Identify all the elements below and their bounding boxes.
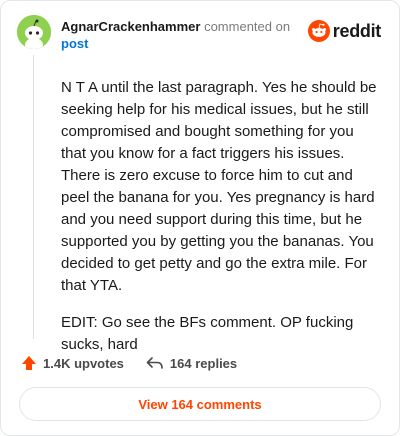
comment-card: AgnarCrackenhammer commented on post red…: [0, 0, 400, 436]
avatar[interactable]: [17, 15, 51, 49]
comment-paragraph: N T A until the last paragraph. Yes he s…: [61, 79, 377, 294]
view-comments-button[interactable]: View 164 comments: [19, 387, 381, 421]
upvote-button[interactable]: 1.4K upvotes: [21, 355, 124, 371]
reddit-logo[interactable]: reddit: [307, 20, 382, 42]
upvote-arrow-icon: [22, 356, 36, 370]
comment-body: N T A until the last paragraph. Yes he s…: [61, 77, 379, 371]
comment-header: AgnarCrackenhammer commented on post: [61, 18, 291, 52]
commented-on-text: commented on: [204, 19, 291, 34]
reply-button[interactable]: 164 replies: [146, 356, 237, 371]
username[interactable]: AgnarCrackenhammer: [61, 19, 200, 34]
comment-paragraph: EDIT: Go see the BFs comment. OP fucking…: [61, 314, 354, 353]
reddit-snoo-icon: [307, 20, 330, 42]
upvote-count: 1.4K upvotes: [43, 355, 124, 371]
reply-arrow-icon: [146, 357, 163, 369]
reddit-wordmark: reddit: [332, 20, 382, 41]
reply-count: 164 replies: [169, 355, 238, 371]
comment-actions: 1.4K upvotes 164 replies: [21, 355, 237, 371]
avatar-snoo-icon: [17, 15, 51, 49]
thread-line[interactable]: [33, 55, 34, 339]
post-link[interactable]: post: [61, 36, 88, 51]
